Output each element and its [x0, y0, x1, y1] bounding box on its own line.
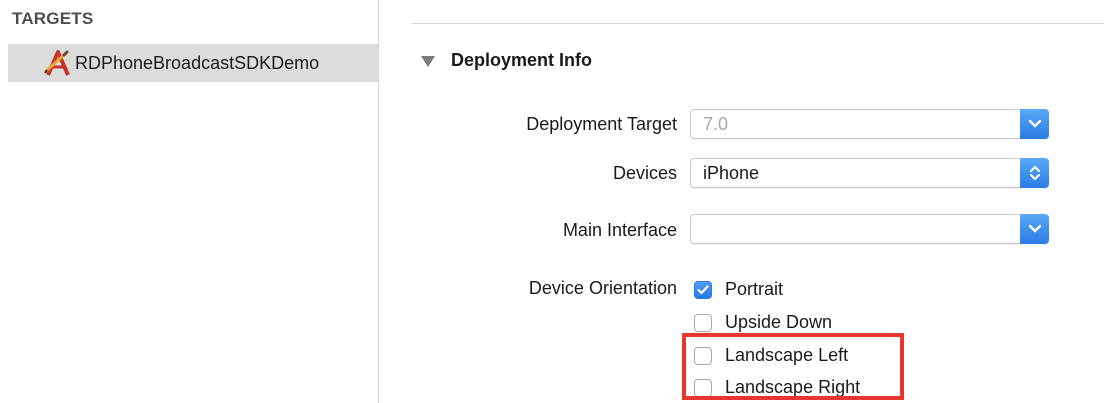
devices-popup[interactable]: iPhone: [690, 158, 1049, 188]
deployment-target-value[interactable]: 7.0: [703, 114, 728, 135]
devices-value: iPhone: [703, 163, 760, 183]
deployment-info-header[interactable]: Deployment Info: [421, 50, 592, 71]
main-interface-dropdown-button[interactable]: [1020, 214, 1049, 244]
project-settings-window: TARGETS RDPhoneBroadcastSDKDemo Deployme…: [0, 0, 1104, 403]
chevron-down-icon: [1028, 224, 1041, 233]
up-down-arrows-icon: [1029, 165, 1040, 181]
devices-popup-button[interactable]: [1020, 158, 1049, 188]
red-highlight-annotation: [682, 333, 904, 400]
checkmark-icon: [697, 284, 709, 294]
upside-down-label: Upside Down: [725, 312, 833, 332]
target-item-label: RDPhoneBroadcastSDKDemo: [75, 52, 320, 73]
targets-header: TARGETS: [12, 9, 94, 28]
main-interface-combobox[interactable]: [690, 214, 1049, 244]
portrait-label: Portrait: [725, 279, 784, 299]
deployment-target-dropdown-button[interactable]: [1020, 109, 1049, 139]
portrait-checkbox[interactable]: [694, 280, 712, 299]
chevron-down-icon: [1028, 119, 1041, 128]
devices-label: Devices: [612, 163, 677, 183]
section-divider: [412, 23, 1104, 24]
orientation-upside-down[interactable]: Upside Down: [694, 312, 832, 333]
main-interface-label: Main Interface: [562, 220, 677, 240]
disclosure-triangle-icon[interactable]: [421, 55, 435, 67]
targets-sidebar: TARGETS RDPhoneBroadcastSDKDemo: [0, 0, 379, 403]
deployment-target-combobox[interactable]: 7.0: [690, 109, 1049, 139]
app-target-icon: [42, 48, 76, 78]
section-title: Deployment Info: [451, 50, 593, 70]
upside-down-checkbox[interactable]: [694, 313, 712, 332]
target-item-rdphonebroadcastsdkdemo[interactable]: RDPhoneBroadcastSDKDemo: [8, 44, 378, 82]
device-orientation-label: Device Orientation: [528, 278, 677, 298]
orientation-portrait[interactable]: Portrait: [694, 279, 783, 300]
deployment-target-label: Deployment Target: [526, 114, 677, 134]
